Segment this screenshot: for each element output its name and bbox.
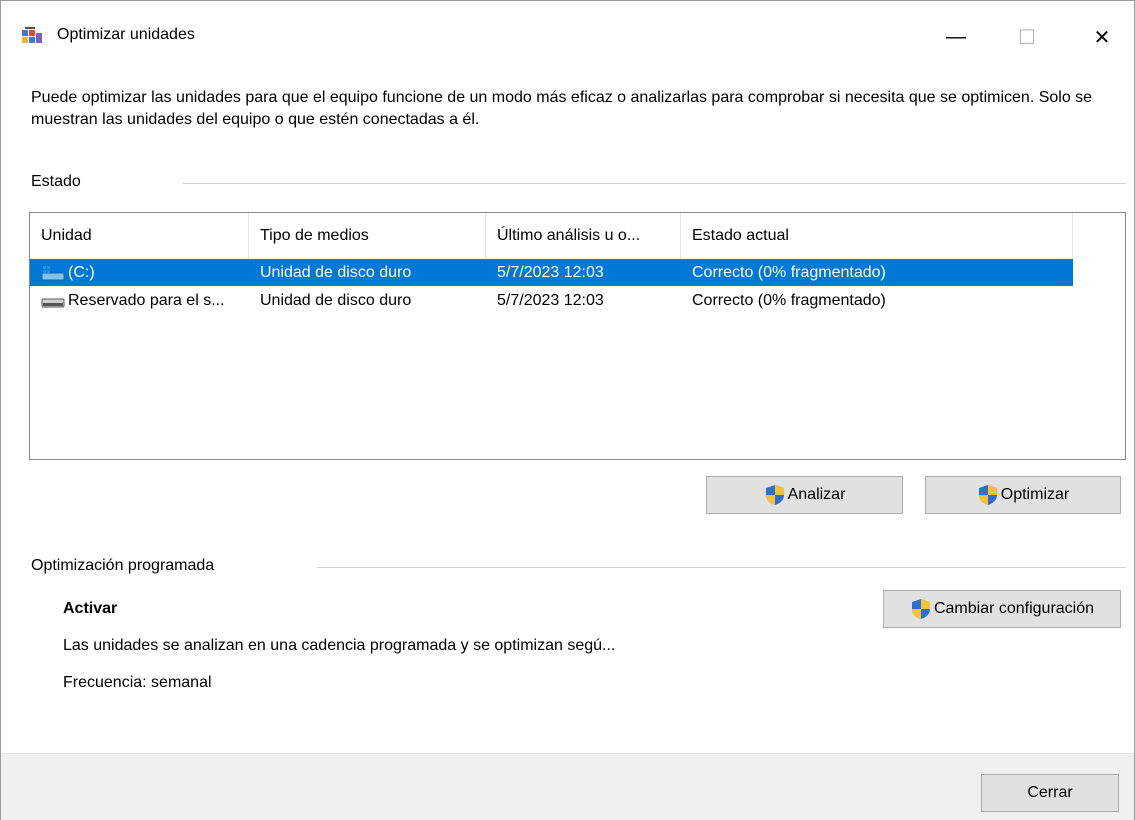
maximize-icon: ☐: [1018, 26, 1036, 49]
change-settings-label: Cambiar configuración: [933, 600, 1095, 617]
status-group-label: Estado: [31, 173, 81, 190]
drive-last-run: 5/7/2023 12:03: [497, 264, 604, 281]
drive-status: Correcto (0% fragmentado): [692, 292, 886, 309]
minimize-icon: —: [946, 25, 966, 48]
scheduled-group-label: Optimización programada: [31, 557, 215, 574]
drive-status: Correcto (0% fragmentado): [692, 264, 886, 281]
defrag-app-icon: [22, 27, 42, 43]
drive-media-type: Unidad de disco duro: [260, 292, 412, 309]
drive-row-reserved[interactable]: Reservado para el s... Unidad de disco d…: [30, 287, 1073, 314]
scheduled-group-divider: [317, 567, 1126, 568]
column-header-unit[interactable]: Unidad: [30, 213, 249, 259]
analyze-button[interactable]: Analizar: [706, 476, 903, 514]
scheduled-description: Las unidades se analizan en una cadencia…: [63, 637, 616, 654]
column-header-media-type[interactable]: Tipo de medios: [249, 213, 486, 259]
scheduled-frequency: Frecuencia: semanal: [63, 674, 212, 691]
optimize-button[interactable]: Optimizar: [925, 476, 1121, 514]
change-settings-button[interactable]: Cambiar configuración: [883, 590, 1121, 628]
minimize-button[interactable]: —: [926, 15, 986, 59]
close-button[interactable]: Cerrar: [981, 774, 1119, 812]
uac-shield-icon: [911, 599, 930, 619]
optimize-drives-window: Optimizar unidades — ☐ ✕ Puede optimizar…: [0, 0, 1135, 820]
close-icon: ✕: [1093, 26, 1111, 49]
drive-last-run: 5/7/2023 12:03: [497, 292, 604, 309]
system-drive-icon: [41, 266, 65, 281]
analyze-label: Analizar: [787, 486, 846, 503]
dialog-footer: Cerrar: [1, 753, 1134, 820]
uac-shield-icon: [978, 485, 997, 505]
window-title: Optimizar unidades: [57, 26, 195, 43]
drive-name: Reservado para el s...: [68, 292, 225, 309]
status-group-divider: [183, 183, 1126, 184]
drive-name: (C:): [68, 264, 95, 281]
close-window-button[interactable]: ✕: [1072, 15, 1132, 59]
drives-list[interactable]: Unidad Tipo de medios Último análisis u …: [29, 212, 1126, 460]
uac-shield-icon: [765, 485, 784, 505]
maximize-button[interactable]: ☐: [997, 15, 1057, 59]
scheduled-status: Activar: [63, 600, 118, 617]
hard-drive-icon: [41, 298, 65, 308]
column-header-current-status[interactable]: Estado actual: [681, 213, 1073, 259]
column-header-last-run[interactable]: Último análisis u o...: [486, 213, 681, 259]
title-bar: Optimizar unidades — ☐ ✕: [1, 1, 1134, 71]
description-text: Puede optimizar las unidades para que el…: [31, 89, 1093, 128]
optimize-label: Optimizar: [1000, 486, 1070, 503]
drive-row-c[interactable]: (C:) Unidad de disco duro 5/7/2023 12:03…: [30, 259, 1073, 286]
drive-media-type: Unidad de disco duro: [260, 264, 412, 281]
close-label: Cerrar: [1027, 784, 1073, 801]
